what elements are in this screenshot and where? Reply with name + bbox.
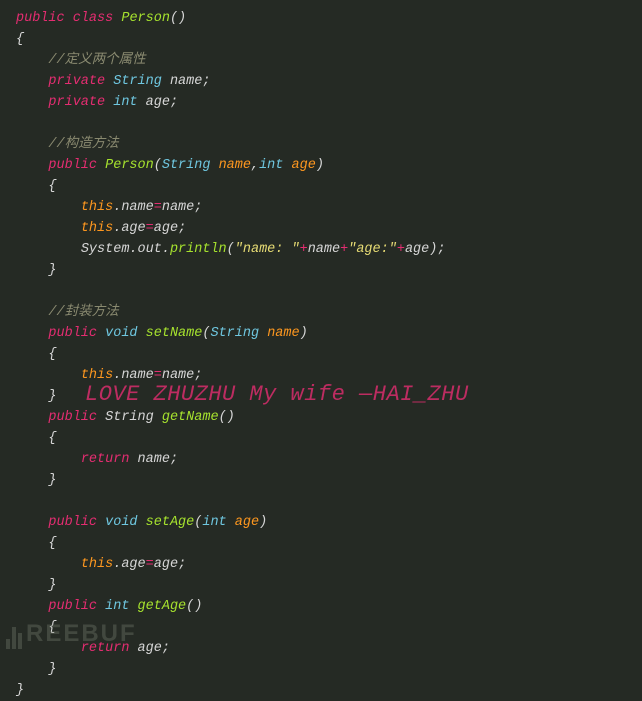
ident: name <box>170 74 202 89</box>
punct: () <box>170 11 186 26</box>
keyword: private <box>48 95 105 110</box>
keyword: private <box>48 74 105 89</box>
type: int <box>113 95 137 110</box>
keyword: class <box>73 11 114 26</box>
class-name: Person <box>121 11 170 26</box>
keyword: public <box>48 158 97 173</box>
comment: //封装方法 <box>48 305 118 320</box>
comment: //构造方法 <box>48 137 118 152</box>
code-block: public class Person() { //定义两个属性 private… <box>0 0 642 701</box>
brace: { <box>16 32 24 47</box>
ident: age <box>146 95 170 110</box>
type: String <box>113 74 162 89</box>
keyword: public <box>16 11 65 26</box>
constructor: Person <box>105 158 154 173</box>
comment: //定义两个属性 <box>48 53 145 68</box>
